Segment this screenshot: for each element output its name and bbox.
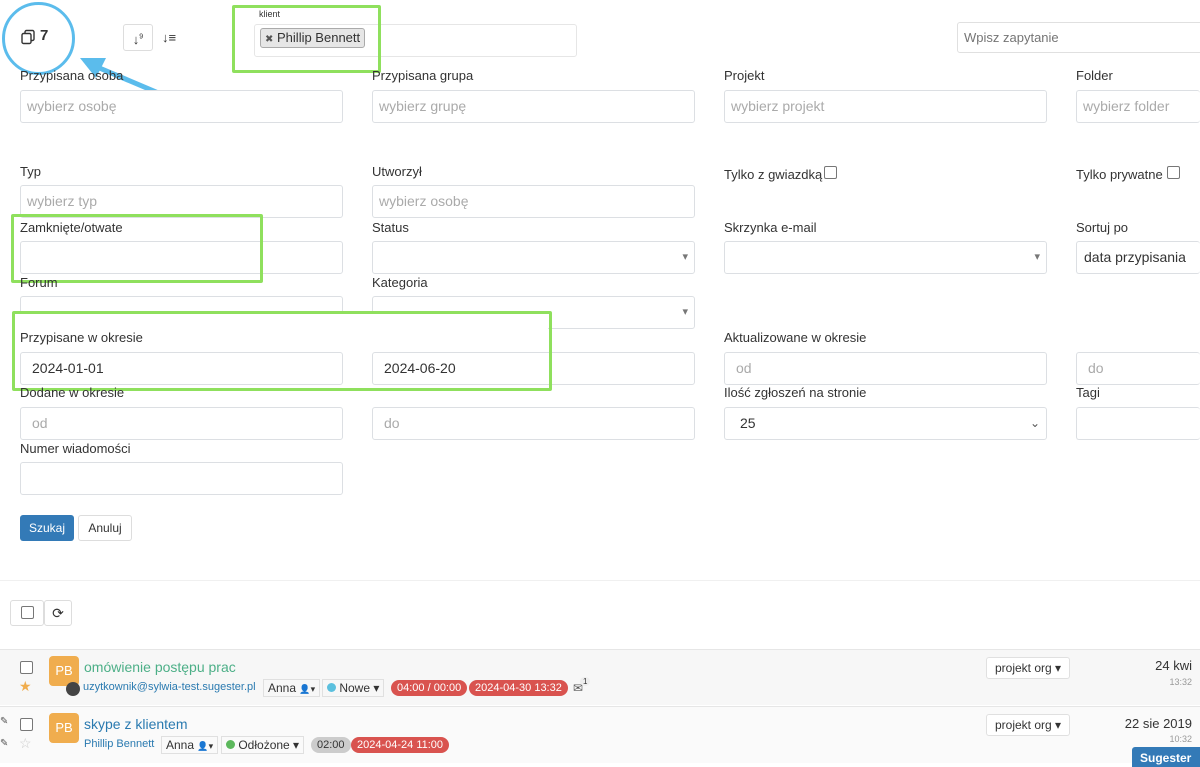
- avatar: PB: [49, 713, 79, 743]
- assigned-group-label: Przypisana grupa: [372, 68, 474, 83]
- status-dropdown[interactable]: Nowe ▾: [322, 679, 385, 697]
- select-all-checkbox[interactable]: [21, 606, 34, 619]
- time-badge: 02:00: [311, 737, 351, 753]
- project-dropdown[interactable]: projekt org ▾: [986, 657, 1071, 679]
- project-label: projekt org: [995, 661, 1052, 675]
- folder-label: Folder: [1076, 68, 1113, 83]
- message-number-label: Numer wiadomości: [20, 441, 131, 456]
- per-page-value: 25: [740, 415, 756, 431]
- refresh-icon: ⟳: [52, 605, 64, 621]
- project-dropdown[interactable]: projekt org ▾: [986, 714, 1071, 736]
- status-label: Status: [372, 220, 409, 235]
- status-label: Nowe: [339, 681, 371, 695]
- status-dot-icon: [327, 683, 336, 692]
- ticket-title[interactable]: omówienie postępu prac: [84, 659, 236, 675]
- client-tag[interactable]: ✖ Phillip Bennett: [260, 28, 366, 48]
- project-select[interactable]: wybierz projekt: [724, 90, 1047, 123]
- search-button[interactable]: Szukaj: [20, 515, 74, 541]
- assignee-label: Anna: [166, 738, 195, 752]
- assigned-period-label: Przypisane w okresie: [20, 330, 143, 345]
- starred-only-checkbox[interactable]: [824, 166, 837, 179]
- user-icon: 👤▾: [299, 684, 316, 694]
- message-number-input[interactable]: [20, 462, 343, 495]
- added-to-input[interactable]: do: [372, 407, 695, 440]
- remove-tag-icon[interactable]: ✖: [265, 34, 273, 45]
- category-label: Kategoria: [372, 275, 428, 290]
- assignee-dropdown[interactable]: Anna 👤▾: [161, 736, 219, 754]
- created-by-label: Utworzył: [372, 164, 422, 179]
- sort-desc-icon: ↓≡: [161, 30, 177, 45]
- closed-open-select[interactable]: [20, 241, 343, 274]
- status-dot-icon: [226, 740, 235, 749]
- private-only-checkbox[interactable]: [1167, 166, 1180, 179]
- status-dropdown[interactable]: Odłożone ▾: [221, 736, 305, 754]
- ticket-date: 22 sie 2019: [1124, 716, 1192, 731]
- assignee-label: Anna: [268, 681, 297, 695]
- sort-by-select[interactable]: data przypisania: [1076, 241, 1200, 274]
- user-icon: 👤▾: [197, 741, 214, 751]
- ticket-checkbox[interactable]: [20, 718, 33, 731]
- deadline-badge: 2024-04-30 13:32: [469, 680, 568, 696]
- private-only-label: Tylko prywatne: [1076, 167, 1163, 182]
- mailbox-select[interactable]: [724, 241, 1047, 274]
- ticket-checkbox[interactable]: [20, 661, 33, 674]
- edit-icon[interactable]: ✎: [0, 738, 8, 749]
- assigned-person-select[interactable]: wybierz osobę: [20, 90, 343, 123]
- closed-open-label: Zamknięte/otwate: [20, 220, 123, 235]
- ticket-date: 24 kwi: [1155, 658, 1192, 673]
- time-badge: 04:00 / 00:00: [391, 680, 468, 696]
- project-label: Projekt: [724, 68, 765, 83]
- assigned-group-select[interactable]: wybierz grupę: [372, 90, 695, 123]
- per-page-select[interactable]: 25 ⌄: [724, 407, 1047, 440]
- assignee-dropdown[interactable]: Anna 👤▾: [263, 679, 321, 697]
- ticket-hour: 13:32: [1169, 677, 1192, 687]
- requester-avatar: [66, 682, 80, 696]
- sort-asc-button[interactable]: ↓9: [123, 24, 153, 51]
- added-period-label: Dodane w okresie: [20, 385, 125, 400]
- type-label: Typ: [20, 164, 41, 179]
- status-label: Odłożone: [238, 738, 290, 752]
- refresh-button[interactable]: ⟳: [44, 600, 72, 626]
- updated-from-input[interactable]: od: [724, 352, 1047, 385]
- mailbox-label: Skrzynka e-mail: [724, 220, 817, 235]
- list-divider: [0, 580, 1200, 581]
- forum-label: Forum: [20, 275, 58, 290]
- search-input[interactable]: [957, 22, 1200, 53]
- sort-by-label: Sortuj po: [1076, 220, 1129, 235]
- cancel-button[interactable]: Anuluj: [78, 515, 132, 541]
- starred-only-label: Tylko z gwiazdką: [724, 167, 823, 182]
- tags-label: Tagi: [1076, 385, 1100, 400]
- updated-to-input[interactable]: do: [1076, 352, 1200, 385]
- status-select[interactable]: [372, 241, 695, 274]
- requester-link[interactable]: uzytkownik@sylwia-test.sugester.pl: [83, 681, 256, 693]
- star-outline-icon[interactable]: ☆: [19, 735, 32, 752]
- select-all-button[interactable]: [10, 600, 44, 626]
- type-select[interactable]: wybierz typ: [20, 185, 343, 218]
- project-label: projekt org: [995, 718, 1052, 732]
- created-by-select[interactable]: wybierz osobę: [372, 185, 695, 218]
- chevron-down-icon: ⌄: [1029, 416, 1040, 430]
- sort-numeric-asc-icon: ↓9: [132, 32, 144, 48]
- updated-period-label: Aktualizowane w okresie: [724, 330, 867, 345]
- sugester-widget[interactable]: Sugester: [1132, 747, 1200, 767]
- assigned-to-input[interactable]: 2024-06-20: [372, 352, 695, 385]
- client-tag-label: Phillip Bennett: [277, 30, 361, 45]
- added-from-input[interactable]: od: [20, 407, 343, 440]
- folder-select[interactable]: wybierz folder: [1076, 90, 1200, 123]
- per-page-label: Ilość zgłoszeń na stronie: [724, 385, 867, 400]
- ticket-hour: 10:32: [1169, 734, 1192, 744]
- star-icon[interactable]: ★: [19, 678, 32, 695]
- tags-input[interactable]: [1076, 407, 1200, 440]
- client-label: klient: [259, 9, 281, 19]
- sort-desc-button[interactable]: ↓≡: [155, 24, 183, 51]
- deadline-badge: 2024-04-24 11:00: [351, 737, 450, 753]
- edit-icon[interactable]: ✎: [0, 716, 8, 727]
- assigned-person-label: Przypisana osoba: [20, 68, 124, 83]
- ticket-title[interactable]: skype z klientem: [84, 716, 187, 732]
- assigned-from-input[interactable]: 2024-01-01: [20, 352, 343, 385]
- requester-link[interactable]: Phillip Bennett: [84, 738, 154, 750]
